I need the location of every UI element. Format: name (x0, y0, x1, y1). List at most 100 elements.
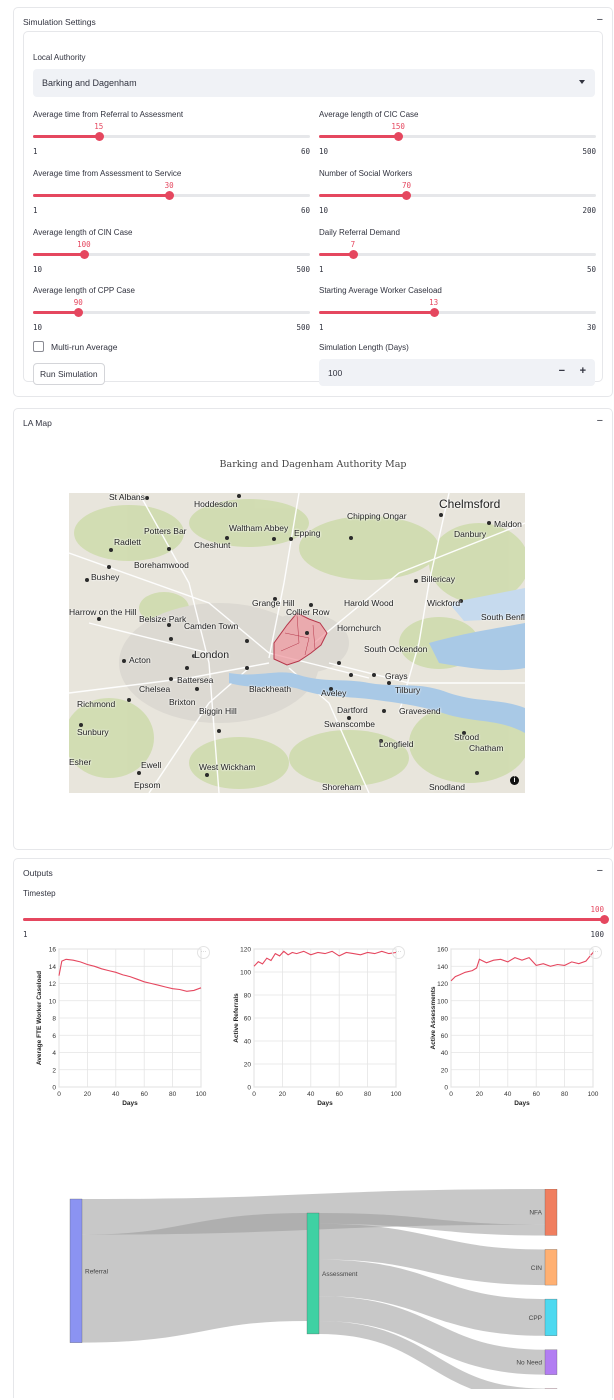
y-tick-label: 2 (52, 1067, 56, 1074)
sankey-node (306, 1212, 320, 1335)
slider-min: 1 (319, 265, 324, 274)
parameter-slider[interactable]: 15 1 60 (33, 118, 310, 156)
y-tick-label: 40 (244, 1039, 252, 1046)
local-authority-select[interactable]: Barking and Dagenham (33, 69, 595, 97)
sankey-node (544, 1298, 558, 1336)
x-tick-label: 40 (112, 1091, 120, 1098)
map-place-label: Richmond (77, 699, 116, 709)
slider-thumb[interactable] (348, 250, 358, 259)
slider-min: 10 (33, 323, 43, 332)
timestep-label: Timestep (23, 889, 56, 898)
slider-thumb[interactable] (74, 308, 84, 317)
x-tick-label: 100 (588, 1091, 599, 1098)
collapse-icon[interactable]: − (597, 14, 603, 26)
simulation-settings-title[interactable]: Simulation Settings (23, 17, 96, 27)
caseload-chart[interactable]: 0 2 4 6 8 10 12 14 16 0 20 40 60 80 100 Days Average FTE… (19, 945, 209, 1125)
parameter-slider[interactable]: 90 10 500 (33, 294, 310, 332)
slider-fill (319, 135, 399, 138)
slider-thumb[interactable] (600, 915, 609, 924)
multirun-label[interactable]: Multi-run Average (51, 342, 117, 352)
collapse-icon[interactable]: − (597, 865, 603, 877)
la-map-title[interactable]: LA Map (23, 418, 52, 428)
map-place-label: Acton (129, 655, 151, 665)
map-heading: Barking and Dagenham Authority Map (219, 459, 407, 470)
slider-max: 50 (586, 265, 596, 274)
map-place-label: Ewell (141, 760, 162, 770)
slider-max: 60 (300, 147, 310, 156)
chevron-down-icon (579, 80, 585, 84)
slider-fill (33, 311, 79, 314)
parameter-slider[interactable]: 100 10 500 (33, 236, 310, 274)
sim-length-label: Simulation Length (Days) (319, 343, 409, 352)
slider-thumb[interactable] (79, 250, 89, 259)
y-tick-label: 0 (444, 1085, 448, 1092)
map-place-label: Borehamwood (134, 560, 189, 570)
simulation-settings-panel: Simulation Settings − Local Authority Ba… (13, 7, 613, 397)
assessments-chart[interactable]: 0 20 40 60 80 100 120 140 160 0 20 40 60 80 100 Days Act… (411, 945, 601, 1125)
slider-fill (319, 194, 407, 197)
map-place-label: Cheshunt (194, 540, 231, 550)
run-simulation-button[interactable]: Run Simulation (33, 363, 105, 385)
slider-value: 15 (94, 122, 104, 131)
slider-fill (319, 311, 434, 314)
map-place-label: Bushey (91, 572, 120, 582)
y-tick-label: 120 (437, 981, 448, 988)
map-place-label: West Wickham (199, 762, 256, 772)
outputs-title[interactable]: Outputs (23, 868, 53, 878)
slider-fill (319, 253, 353, 256)
map-place-label: Epping (294, 528, 321, 538)
collapse-icon[interactable]: − (597, 415, 603, 427)
x-tick-label: 60 (336, 1091, 344, 1098)
slider-thumb[interactable] (94, 132, 104, 141)
y-tick-label: 100 (240, 970, 251, 977)
map-place-label: Belsize Park (139, 614, 187, 624)
parameter-slider[interactable]: 7 1 50 (319, 236, 596, 274)
y-tick-label: 140 (437, 964, 448, 971)
decrement-button[interactable]: − (559, 365, 565, 377)
slider-max: 500 (582, 147, 596, 156)
y-tick-label: 14 (49, 964, 57, 971)
y-tick-label: 60 (441, 1033, 449, 1040)
map-place-label: Swanscombe (324, 719, 376, 729)
y-tick-label: 40 (441, 1050, 449, 1057)
slider-thumb[interactable] (165, 191, 175, 200)
slider-thumb[interactable] (394, 132, 404, 141)
slider-value: 150 (391, 122, 405, 131)
sankey-diagram[interactable]: ReferralAssessmentNFACINCPPNo NeedCIC (14, 1189, 614, 1389)
timestep-slider[interactable]: 100 1 100 (23, 901, 609, 939)
sim-length-value[interactable]: 100 (328, 368, 342, 378)
authority-map[interactable]: Chelmsford Maldon St Albans Hoddesdon Chippi… (69, 493, 525, 793)
map-place-label: Biggin Hill (199, 706, 237, 716)
map-place-label: Chelmsford (439, 497, 501, 511)
slider-thumb[interactable] (429, 308, 439, 317)
parameter-slider[interactable]: 13 1 30 (319, 294, 596, 332)
map-place-label: Hoddesdon (194, 499, 238, 509)
multirun-checkbox[interactable] (33, 341, 44, 352)
slider-max: 500 (296, 323, 310, 332)
more-icon[interactable]: ··· (197, 946, 210, 959)
y-axis-label: Active Assessments (430, 986, 437, 1049)
sim-length-input[interactable]: 100 − + (319, 359, 595, 386)
local-authority-label: Local Authority (33, 53, 86, 62)
increment-button[interactable]: + (580, 365, 586, 377)
parameter-slider[interactable]: 70 10 200 (319, 177, 596, 215)
map-place-label: Waltham Abbey (229, 523, 289, 533)
map-place-label: Snodland (429, 782, 465, 792)
slider-value: 30 (164, 181, 174, 190)
slider-thumb[interactable] (402, 191, 412, 200)
more-icon[interactable]: ··· (392, 946, 405, 959)
parameter-slider[interactable]: 150 10 500 (319, 118, 596, 156)
sankey-link (81, 1213, 308, 1343)
sankey-node-label: CIN (531, 1265, 543, 1272)
x-tick-label: 100 (196, 1091, 207, 1098)
info-icon[interactable]: i (510, 776, 519, 785)
sankey-node (544, 1349, 558, 1375)
y-tick-label: 20 (441, 1067, 449, 1074)
map-place-label: Hornchurch (337, 623, 381, 633)
map-place-label: Grays (385, 671, 408, 681)
referrals-chart[interactable]: 0 20 40 60 80 100 120 0 20 40 60 80 100 Days Active Re… (214, 945, 404, 1125)
settings-form: Local Authority Barking and Dagenham Ave… (23, 31, 603, 386)
x-tick-label: 20 (476, 1091, 484, 1098)
more-icon[interactable]: ··· (589, 946, 602, 959)
parameter-slider[interactable]: 30 1 60 (33, 177, 310, 215)
